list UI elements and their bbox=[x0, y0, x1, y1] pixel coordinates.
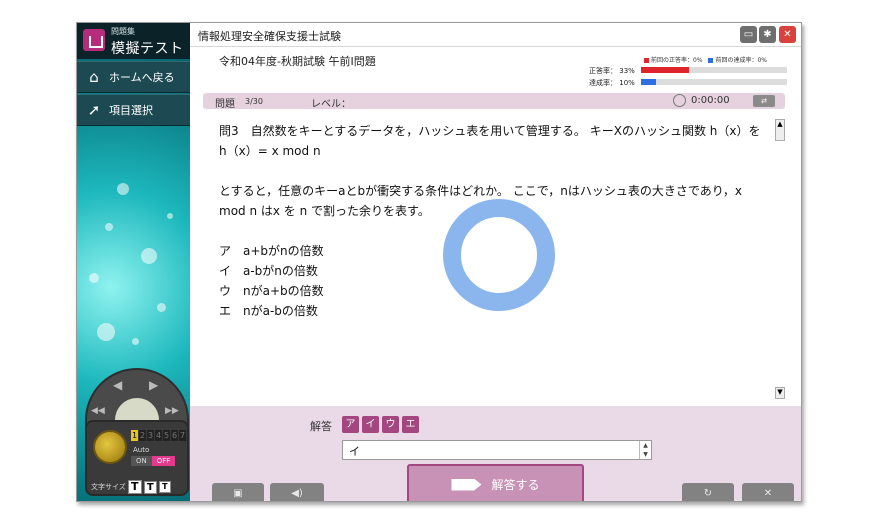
question-label: 問題 bbox=[215, 99, 235, 110]
achievement-rate-label: 達成率： bbox=[589, 79, 617, 87]
achievement-rate-fill bbox=[641, 79, 656, 85]
cancel-icon[interactable]: ✕ bbox=[742, 483, 794, 501]
correct-rate-text: 正答率： 33% bbox=[589, 66, 635, 76]
scroll-down-button[interactable]: ▼ bbox=[775, 387, 785, 399]
digit-7[interactable]: 7 bbox=[179, 430, 186, 441]
achievement-rate-text: 達成率： 10% bbox=[589, 78, 635, 88]
reset-icon[interactable]: ↻ bbox=[682, 483, 734, 501]
choice-i-button[interactable]: イ bbox=[362, 416, 379, 433]
coin-button[interactable] bbox=[93, 430, 127, 464]
digit-6[interactable]: 6 bbox=[171, 430, 178, 441]
folder-icon[interactable]: ▭ bbox=[740, 26, 757, 43]
sidebar: 問題集 模擬テスト ⌂ ホームへ戻る ➚ 項目選択 ◀ ▶ ◀◀ ▶▶ 1 2 … bbox=[77, 23, 190, 501]
home-label: ホームへ戻る bbox=[109, 71, 175, 84]
question-number: 3/30 bbox=[245, 97, 263, 106]
loading-spinner-icon bbox=[443, 199, 555, 311]
answer-label: 解答 bbox=[310, 420, 332, 433]
title-bar: 情報処理安全確保支援士試験 ▭ ✱ ✕ bbox=[190, 23, 801, 47]
logo-title: 模擬テスト bbox=[111, 41, 184, 57]
answer-input[interactable]: イ bbox=[342, 440, 652, 460]
book-icon bbox=[83, 29, 105, 51]
timer: 0:00:00 bbox=[691, 95, 730, 106]
prev-arrow-icon[interactable]: ◀ bbox=[113, 378, 122, 392]
app-window: 問題集 模擬テスト ⌂ ホームへ戻る ➚ 項目選択 ◀ ▶ ◀◀ ▶▶ 1 2 … bbox=[76, 22, 802, 502]
choice-e-button[interactable]: エ bbox=[402, 416, 419, 433]
clock-icon bbox=[673, 94, 686, 107]
pad-body: 1 2 3 4 5 6 7 Auto ON OFF 文字サイズ T T T bbox=[85, 420, 189, 496]
gear-icon[interactable]: ✱ bbox=[759, 26, 776, 43]
memo-button[interactable]: ▣ bbox=[212, 483, 264, 501]
home-button[interactable]: ⌂ ホームへ戻る bbox=[77, 61, 190, 93]
font-size-control: 文字サイズ T T T bbox=[91, 480, 171, 494]
level-label: レベル： bbox=[311, 99, 351, 110]
question-header: 問題 3/30 レベル： 0:00:00 ⇄ bbox=[203, 93, 785, 110]
achievement-rate-value: 10% bbox=[619, 79, 635, 87]
pencil-icon bbox=[451, 478, 482, 491]
choice-a-button[interactable]: ア bbox=[342, 416, 359, 433]
next-arrow-icon[interactable]: ▶ bbox=[149, 378, 158, 392]
correct-rate-bar bbox=[641, 67, 787, 73]
app-logo: 問題集 模擬テスト bbox=[77, 23, 190, 59]
auto-label: Auto bbox=[133, 446, 150, 454]
submit-answer-label: 解答する bbox=[491, 478, 540, 492]
font-size-large[interactable]: T bbox=[127, 480, 142, 494]
item-select-button[interactable]: ➚ 項目選択 bbox=[77, 94, 190, 126]
pointer-icon: ➚ bbox=[87, 101, 101, 119]
auto-on[interactable]: ON bbox=[131, 456, 152, 466]
logo-subtitle: 問題集 bbox=[111, 27, 135, 36]
auto-toggle[interactable]: ON OFF bbox=[131, 456, 176, 466]
close-icon[interactable]: ✕ bbox=[779, 26, 796, 43]
answer-panel: 解答 ア イ ウ エ イ ▲ ▼ 解答する ▣ ◀) ↻ ✕ bbox=[190, 406, 801, 501]
digit-selector: 1 2 3 4 5 6 7 bbox=[131, 430, 187, 441]
correct-rate-fill bbox=[641, 67, 690, 73]
choice-u-button[interactable]: ウ bbox=[382, 416, 399, 433]
item-select-label: 項目選択 bbox=[109, 104, 153, 117]
window-title: 情報処理安全確保支援士試験 bbox=[198, 30, 341, 43]
last-arrow-icon[interactable]: ▶▶ bbox=[165, 406, 179, 416]
digit-3[interactable]: 3 bbox=[147, 430, 154, 441]
auto-off[interactable]: OFF bbox=[151, 456, 176, 466]
digit-1[interactable]: 1 bbox=[131, 430, 138, 441]
answer-spin-control[interactable]: ▲ ▼ bbox=[639, 441, 651, 459]
correct-rate-value: 33% bbox=[619, 67, 635, 75]
previous-stats-legend: 前回の正答率：0% 前回の達成率：0% bbox=[644, 55, 767, 64]
first-arrow-icon[interactable]: ◀◀ bbox=[91, 406, 105, 416]
achievement-rate-bar bbox=[641, 79, 787, 85]
sound-icon[interactable]: ◀) bbox=[270, 483, 324, 501]
font-size-small[interactable]: T bbox=[158, 481, 171, 493]
digit-4[interactable]: 4 bbox=[155, 430, 162, 441]
control-pad: ◀ ▶ ◀◀ ▶▶ 1 2 3 4 5 6 7 Auto ON OFF 文字サイ… bbox=[85, 368, 189, 496]
correct-rate-label: 正答率： bbox=[589, 67, 617, 75]
font-size-label: 文字サイズ bbox=[91, 483, 126, 491]
layout-toggle-button[interactable]: ⇄ bbox=[753, 95, 775, 107]
digit-2[interactable]: 2 bbox=[139, 430, 146, 441]
submit-answer-button[interactable]: 解答する bbox=[407, 464, 584, 501]
exam-name: 令和04年度-秋期試験 午前Ⅰ問題 bbox=[219, 55, 376, 68]
font-size-medium[interactable]: T bbox=[143, 480, 157, 494]
home-icon: ⌂ bbox=[89, 68, 99, 86]
scroll-up-button[interactable]: ▲ bbox=[775, 119, 785, 141]
digit-5[interactable]: 5 bbox=[163, 430, 170, 441]
